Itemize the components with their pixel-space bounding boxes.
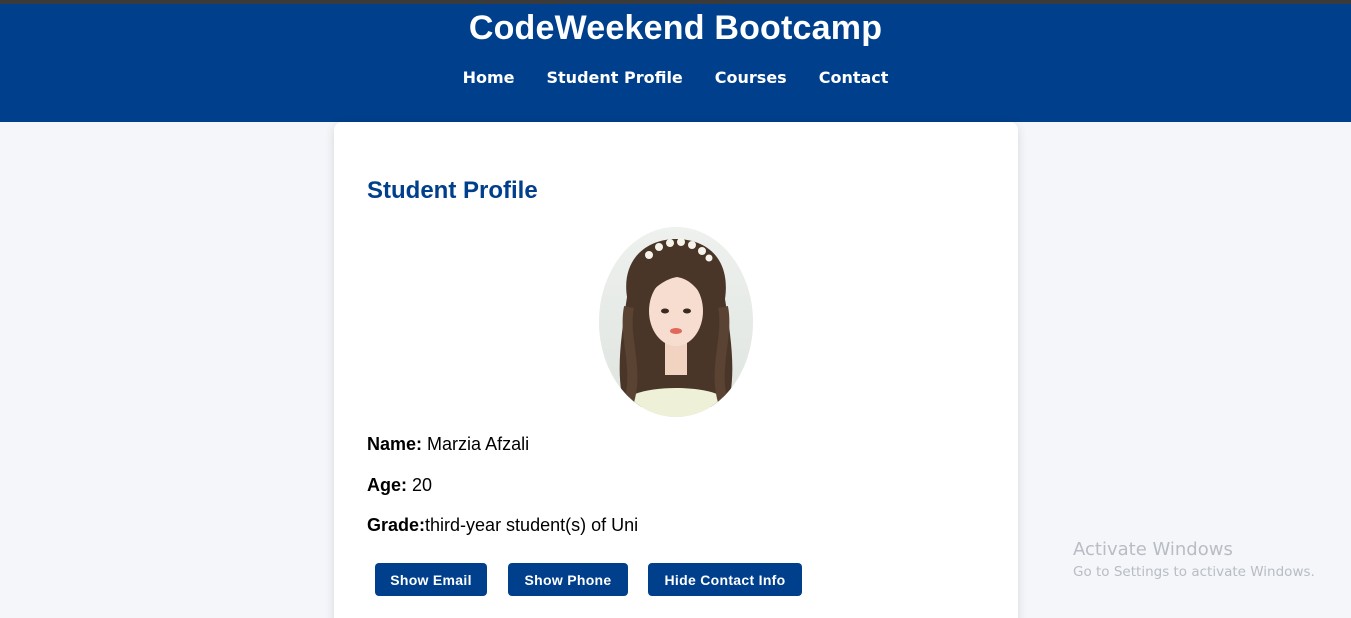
hide-contact-info-button[interactable]: Hide Contact Info <box>648 563 802 596</box>
watermark-subtitle: Go to Settings to activate Windows. <box>1073 564 1315 580</box>
profile-card: Student Profile Name: Marzia Afzali Age:… <box>334 122 1018 618</box>
age-row: Age: 20 <box>367 475 432 496</box>
student-avatar <box>599 227 753 417</box>
profile-heading: Student Profile <box>367 177 538 204</box>
nav-contact[interactable]: Contact <box>819 68 889 87</box>
grade-label: Grade: <box>367 515 426 535</box>
nav-courses[interactable]: Courses <box>715 68 787 87</box>
main-nav: Home Student Profile Courses Contact <box>0 68 1351 87</box>
student-photo-icon <box>599 227 753 417</box>
show-email-button[interactable]: Show Email <box>375 563 487 596</box>
nav-student-profile[interactable]: Student Profile <box>547 68 683 87</box>
watermark-title: Activate Windows <box>1073 539 1233 560</box>
name-value: Marzia Afzali <box>427 434 530 454</box>
age-label: Age: <box>367 475 407 495</box>
show-phone-button[interactable]: Show Phone <box>508 563 628 596</box>
activate-windows-watermark: Activate Windows Go to Settings to activ… <box>1073 539 1315 580</box>
site-title: CodeWeekend Bootcamp <box>468 9 883 47</box>
name-row: Name: Marzia Afzali <box>367 434 529 455</box>
grade-value: third-year student(s) of Uni <box>425 515 639 535</box>
age-value: 20 <box>412 475 433 495</box>
site-header: CodeWeekend Bootcamp Home Student Profil… <box>0 4 1351 122</box>
grade-row: Grade:third-year student(s) of Uni <box>367 515 638 536</box>
nav-home[interactable]: Home <box>463 68 515 87</box>
name-label: Name: <box>367 434 423 454</box>
